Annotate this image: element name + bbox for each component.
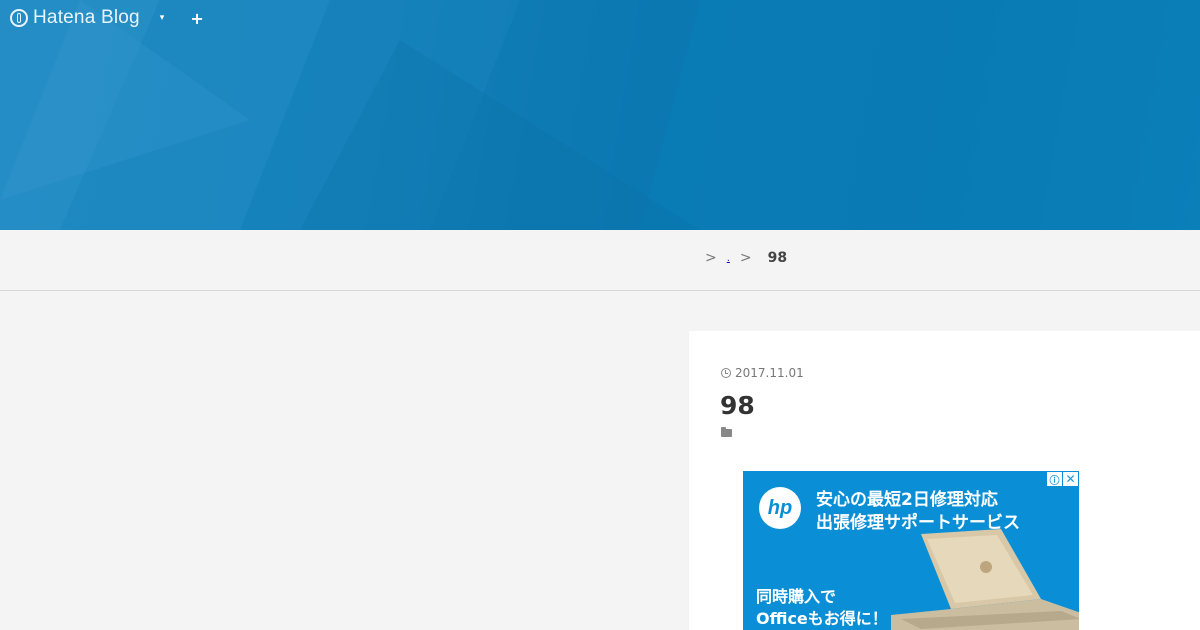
add-button[interactable]: + (190, 9, 203, 28)
ad-info-icon[interactable]: ⓘ (1047, 472, 1062, 487)
entry-title[interactable]: 98 (720, 391, 755, 420)
blog-header: Hatena Blog ▾ + (0, 0, 1200, 230)
category-folder-icon (721, 427, 732, 437)
breadcrumb-bar (0, 230, 1200, 291)
entry-date: 2017.11.01 (735, 366, 804, 380)
entry-date-row: 2017.11.01 (721, 366, 804, 380)
menu-dropdown-icon[interactable]: ▾ (160, 13, 165, 23)
hatena-blog-logo[interactable]: Hatena Blog (10, 7, 140, 29)
breadcrumb-link[interactable]: . (727, 253, 730, 264)
clock-icon (721, 368, 731, 378)
hatena-logo-text: Hatena Blog (33, 7, 140, 28)
hatena-toolbar: Hatena Blog ▾ + (10, 6, 204, 30)
hatena-logo-icon (10, 9, 28, 27)
ad-offer-2: Officeもお得に！ (756, 609, 888, 628)
breadcrumb: > . > 98 (705, 250, 787, 266)
hp-logo-text: hp (767, 496, 793, 519)
breadcrumb-separator: > (739, 250, 752, 266)
laptop-image (891, 529, 1079, 630)
advertisement-banner[interactable]: hp 安心の最短2日修理対応 出張修理サポートサービス 同時購入で Office… (743, 471, 1079, 630)
hp-logo: hp (759, 487, 801, 529)
ad-headline-1: 安心の最短2日修理対応 (816, 490, 998, 510)
header-background-pattern (0, 0, 1200, 230)
breadcrumb-current: 98 (767, 250, 788, 266)
breadcrumb-separator: > (705, 250, 717, 266)
ad-close-icon[interactable]: ✕ (1063, 472, 1078, 486)
ad-offer-1: 同時購入で (756, 587, 837, 606)
